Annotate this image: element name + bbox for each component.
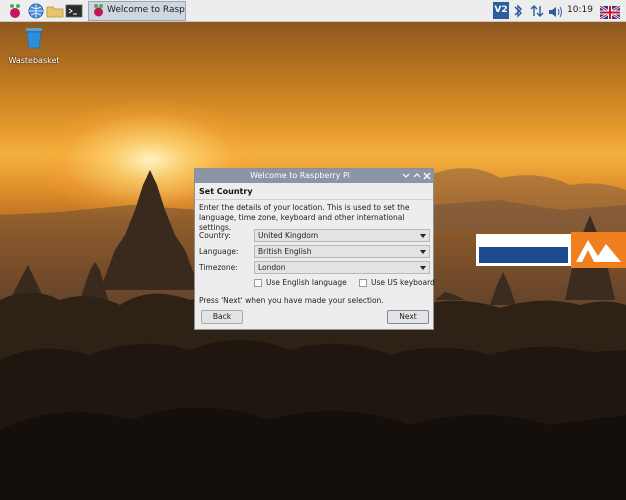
raspberry-icon: [91, 3, 106, 22]
language-label: Language:: [199, 247, 239, 256]
close-icon[interactable]: [423, 170, 431, 182]
dropdown-arrow-icon: [420, 234, 426, 238]
dropdown-arrow-icon: [420, 250, 426, 254]
timezone-select[interactable]: London: [254, 261, 430, 274]
dropdown-arrow-icon: [420, 266, 426, 270]
watermark-logo: [476, 232, 626, 268]
welcome-dialog: Welcome to Raspberry Pi Set Country Ente…: [194, 168, 435, 330]
dialog-heading: Set Country: [199, 187, 253, 196]
country-select[interactable]: United Kingdom: [254, 229, 430, 242]
wastebasket-label: Wastebasket: [8, 56, 60, 65]
next-button[interactable]: Next: [387, 310, 429, 324]
chevron-down-icon[interactable]: [402, 170, 410, 182]
dialog-title-bar[interactable]: Welcome to Raspberry Pi: [195, 169, 433, 183]
use-english-language-checkbox[interactable]: [254, 279, 262, 287]
country-value: United Kingdom: [258, 231, 319, 240]
timezone-label: Timezone:: [199, 263, 238, 272]
folder-icon[interactable]: [46, 2, 64, 20]
use-us-keyboard-checkbox[interactable]: [359, 279, 367, 287]
language-value: British English: [258, 247, 312, 256]
heading-divider: [195, 199, 433, 200]
country-label: Country:: [199, 231, 231, 240]
raspberry-menu-icon[interactable]: [6, 2, 24, 20]
trash-icon: [23, 28, 45, 54]
taskbar: Welcome to Raspberr... V2 10:19: [0, 0, 626, 22]
wastebasket-desktop-icon[interactable]: Wastebasket: [8, 26, 60, 65]
terminal-icon[interactable]: [65, 2, 83, 20]
taskbar-window-label: Welcome to Raspberr...: [107, 5, 185, 15]
use-english-language-label[interactable]: Use English language: [266, 278, 347, 287]
clock[interactable]: 10:19: [567, 5, 593, 15]
uk-flag-icon[interactable]: [599, 4, 621, 23]
dialog-title: Welcome to Raspberry Pi: [250, 171, 350, 180]
bluetooth-icon[interactable]: [512, 3, 524, 23]
vnc-icon[interactable]: V2: [493, 2, 509, 19]
use-us-keyboard-label[interactable]: Use US keyboard: [371, 278, 435, 287]
taskbar-window-welcome[interactable]: Welcome to Raspberr...: [88, 1, 186, 21]
back-button[interactable]: Back: [201, 310, 243, 324]
volume-icon[interactable]: [548, 4, 564, 23]
network-arrows-icon[interactable]: [530, 3, 544, 23]
globe-browser-icon[interactable]: [27, 2, 45, 20]
language-select[interactable]: British English: [254, 245, 430, 258]
timezone-value: London: [258, 263, 286, 272]
maximize-icon[interactable]: [413, 170, 421, 182]
selection-hint: Press 'Next' when you have made your sel…: [199, 296, 384, 305]
